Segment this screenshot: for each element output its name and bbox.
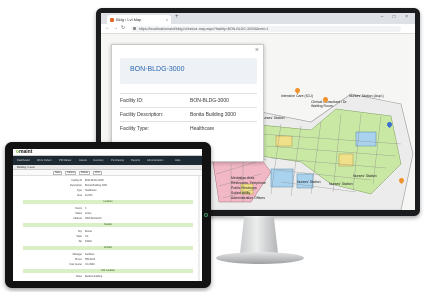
map-label: Nurses' Station <box>261 116 285 120</box>
tablet-device: omaint Dashboard Work Orders PM Master A… <box>5 142 211 288</box>
address-bar[interactable]: https://localhost/omaint/bldg-lvl/indoor… <box>131 26 401 32</box>
map-label: Nurses' Station <box>353 174 377 178</box>
field-label: Facility ID: <box>120 98 144 104</box>
field-value[interactable]: CC-3000 <box>85 262 95 267</box>
field-label: Address <box>73 217 82 220</box>
field-value[interactable]: 3000 Bonita Rd <box>85 216 101 221</box>
form-row: Notes Medical building <box>13 274 202 279</box>
nav-item[interactable]: Assets <box>79 156 87 165</box>
map-label: Mediation Area <box>231 176 255 180</box>
nav-item[interactable]: Purchasing <box>111 156 124 165</box>
form-row: Address 3000 Bonita Rd <box>13 216 202 221</box>
save-button[interactable]: Save <box>53 171 63 175</box>
scrollbar[interactable] <box>198 176 200 281</box>
popup-row: Facility Type: Healthcare <box>120 121 257 135</box>
logo-text: maint <box>19 149 33 155</box>
monitor-stand <box>239 216 279 256</box>
field-value: BON-BLDG-3000 <box>190 98 229 104</box>
field-label: Facility Description: <box>120 112 164 118</box>
form-section-header: Location <box>23 200 193 204</box>
browser-tab[interactable]: Bldg / Lvl Map × <box>107 15 171 24</box>
print-button[interactable]: Print <box>93 171 102 175</box>
cancel-button[interactable]: Cancel <box>65 171 77 175</box>
close-icon[interactable]: × <box>255 47 259 54</box>
map-label: Nurses' Station <box>329 182 353 186</box>
facility-form: Facility ID BON-BLDG-3000 Description Boni… <box>13 176 202 281</box>
form-section-header: Contact <box>23 246 193 250</box>
monitor-base <box>216 252 304 264</box>
nav-item[interactable]: Help <box>175 156 180 165</box>
map-label: Soiled Utility <box>231 191 251 195</box>
field-label: Notes <box>75 275 82 278</box>
map-label: Nurses' Station (Aspl.) <box>349 94 384 98</box>
form-row: Area 42,000 <box>13 193 202 198</box>
popup-title: BON-BLDG-3000 <box>130 66 185 73</box>
home-button-icon <box>204 213 208 217</box>
favicon-icon <box>110 18 114 22</box>
form-section-header: Details <box>23 223 193 227</box>
product-showcase: Bldg / Lvl Map × + – □ × ← → ↻ https://l… <box>0 0 426 292</box>
browser-toolbar: ← → ↻ https://localhost/omaint/bldg-lvl/… <box>101 24 415 34</box>
form-row: Zip 91902 <box>13 239 202 244</box>
field-value: Bonita Building 3000 <box>190 112 236 118</box>
nav-item[interactable]: PM Master <box>59 156 72 165</box>
field-value[interactable]: 42,000 <box>85 193 92 198</box>
map-label: Clinical Consultant / Dr. Waiting Room <box>311 100 348 108</box>
map-label: Intensive Care (ICU) <box>281 94 313 98</box>
browser-tab-strip: Bldg / Lvl Map × + – □ × <box>101 13 415 24</box>
form-section-header: GIS Location <box>23 269 193 273</box>
field-value: Healthcare <box>190 126 215 132</box>
delete-button[interactable]: Delete <box>79 171 90 175</box>
back-icon[interactable]: ← <box>105 25 110 31</box>
tablet-screen: omaint Dashboard Work Orders PM Master A… <box>13 149 202 281</box>
popup-row: Facility ID: BON-BLDG-3000 <box>120 93 257 107</box>
map-label: Administration Offices <box>231 196 265 200</box>
field-label: Zip <box>78 240 82 243</box>
field-value[interactable]: Medical building <box>85 274 102 279</box>
new-tab-button[interactable]: + <box>175 14 179 20</box>
popup-row: Facility Description: Bonita Building 30… <box>120 107 257 121</box>
popup-header: BON-BLDG-3000 <box>120 58 257 84</box>
form-row: Cost Center CC-3000 <box>13 262 202 267</box>
nav-item[interactable]: Work Orders <box>37 156 52 165</box>
tab-close-icon[interactable]: × <box>166 15 168 24</box>
map-label: Nurses' Station <box>297 180 321 184</box>
url-text: https://localhost/omaint/bldg-lvl/indoor… <box>139 27 269 31</box>
reload-icon[interactable]: ↻ <box>121 25 125 31</box>
forward-icon[interactable]: → <box>113 25 118 31</box>
app-nav-bar: Dashboard Work Orders PM Master Assets I… <box>13 156 202 165</box>
lock-icon <box>133 27 136 30</box>
app-header: omaint <box>13 149 202 156</box>
tab-title: Bldg / Lvl Map <box>116 17 142 22</box>
nav-item[interactable]: Reports <box>131 156 140 165</box>
map-label: Public Restroom <box>231 186 257 190</box>
nav-item[interactable]: Dashboard <box>17 156 30 165</box>
map-label: Restrooms, Telephone <box>231 181 266 185</box>
field-label: Cost Center <box>69 263 82 266</box>
field-label: Facility Type: <box>120 126 150 132</box>
nav-item[interactable]: Inventory <box>93 156 104 165</box>
nav-item[interactable]: Administration <box>147 156 163 165</box>
field-label: Area <box>76 194 82 197</box>
field-value[interactable]: 91902 <box>85 239 92 244</box>
window-controls[interactable]: – □ × <box>381 14 413 20</box>
app-logo: omaint <box>16 150 32 155</box>
